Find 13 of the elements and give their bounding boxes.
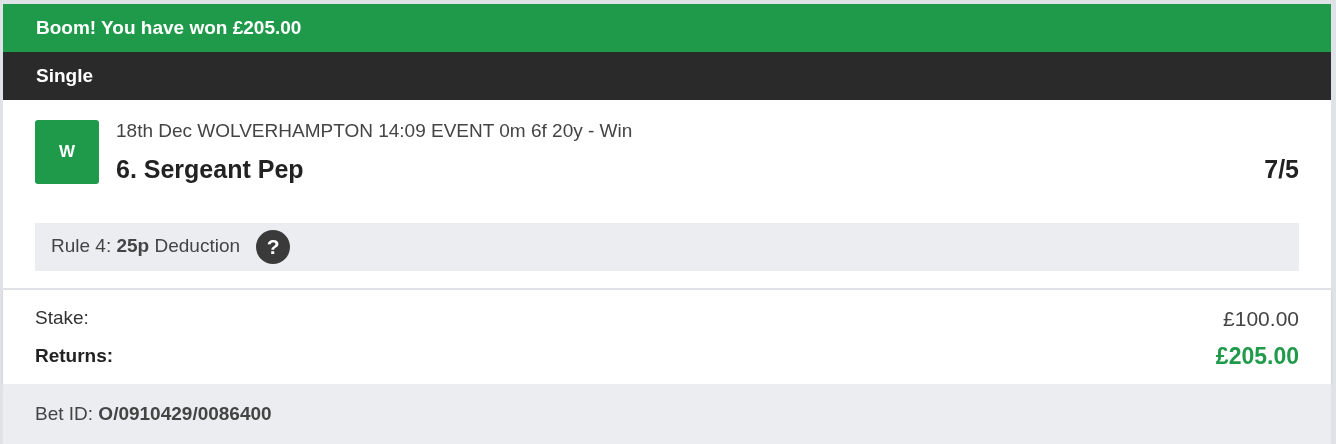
selection-name: 6. Sergeant Pep xyxy=(116,154,304,185)
bet-type-header: Single xyxy=(3,52,1331,100)
help-button[interactable]: ? xyxy=(256,229,291,264)
bet-id: Bet ID: O/0910429/0086400 xyxy=(35,401,272,426)
win-banner: Boom! You have won £205.00 xyxy=(3,4,1331,52)
summary-value: £205.00 xyxy=(1215,342,1299,372)
summary-label: Returns: xyxy=(35,344,114,369)
summary-value: £100.00 xyxy=(1223,305,1299,332)
summary-label: Stake: xyxy=(35,306,89,331)
rule-notice: Rule 4: 25p Deduction xyxy=(51,234,241,259)
event-details: 18th Dec WOLVERHAMPTON 14:09 EVENT 0m 6f 20y - Win xyxy=(116,120,634,142)
odds: 7/5 xyxy=(1264,154,1299,185)
result-badge: W xyxy=(35,120,99,184)
